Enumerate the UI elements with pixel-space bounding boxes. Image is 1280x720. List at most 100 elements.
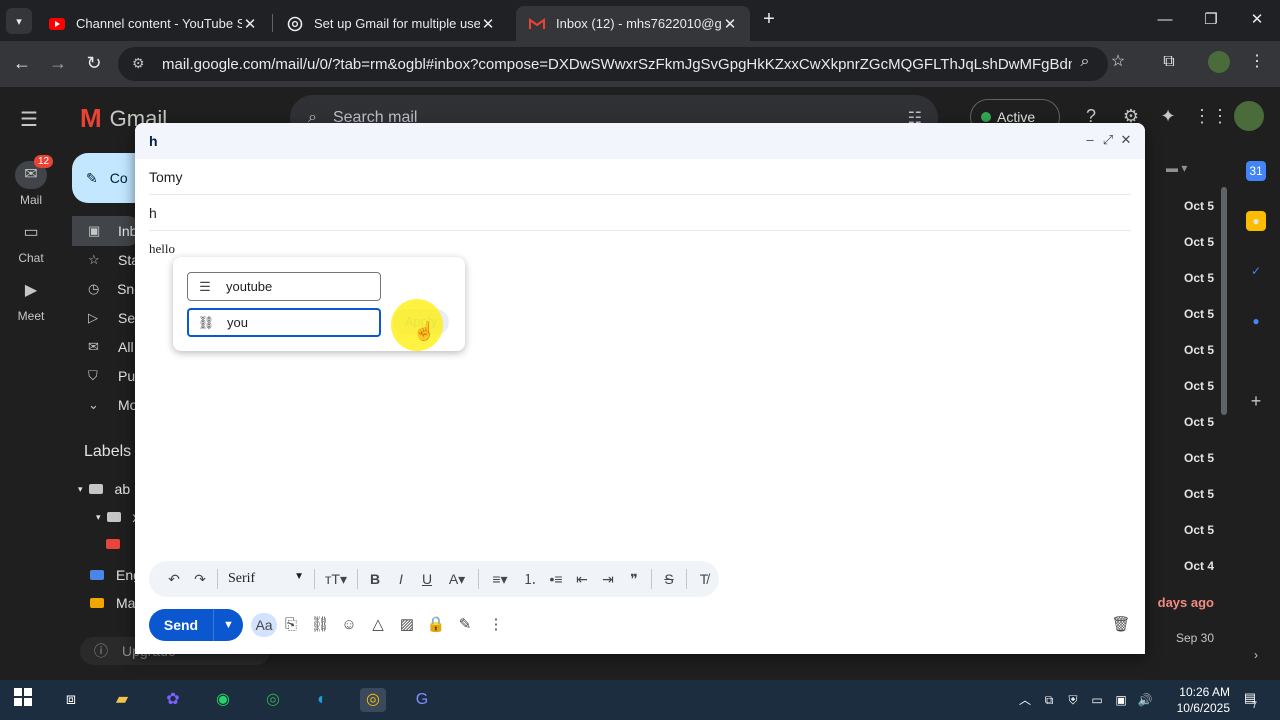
file-explorer-icon[interactable]: ▰ — [109, 688, 135, 712]
sidebar-item-purchases[interactable]: ⛉ Pu — [72, 361, 142, 391]
task-view-icon[interactable]: ⧈ — [58, 688, 84, 712]
confidential-mode-icon[interactable]: 🔒 — [424, 613, 448, 637]
message-body[interactable]: hello — [149, 241, 175, 257]
label-item[interactable]: Ma — [90, 595, 135, 611]
account-avatar[interactable] — [1234, 101, 1264, 131]
main-menu-icon[interactable]: ☰ — [20, 107, 38, 132]
browser-menu-icon[interactable]: ⋮ — [1246, 51, 1268, 73]
subject-field[interactable]: h — [149, 195, 1131, 231]
undo-icon[interactable]: ↶ — [161, 566, 187, 592]
minimize-icon[interactable]: – — [1081, 131, 1099, 149]
compose-header[interactable]: h – ⤢ ✕ — [135, 123, 1145, 159]
list-display-icon[interactable]: ▬ ▾ — [1166, 161, 1187, 175]
attach-file-icon[interactable]: ⎘ — [279, 613, 303, 637]
keep-icon[interactable]: ● — [1246, 211, 1266, 231]
insert-photo-icon[interactable]: ▨ — [395, 613, 419, 637]
restore-window-icon[interactable]: ❐ — [1196, 8, 1226, 32]
reload-icon[interactable]: ↻ — [81, 50, 107, 76]
contacts-icon[interactable]: ● — [1246, 311, 1266, 331]
sidebar-item-more[interactable]: ⌄ Mo — [72, 390, 142, 420]
drive-icon[interactable]: △ — [366, 613, 390, 637]
more-options-icon[interactable]: ⋮ — [484, 613, 508, 637]
message-list-scrollbar[interactable] — [1221, 187, 1227, 415]
tab-gmail-setup[interactable]: Set up Gmail for multiple users ✕ — [274, 6, 508, 41]
network-icon[interactable]: ▣ — [1112, 691, 1130, 709]
volume-icon[interactable]: 🔊 — [1136, 691, 1154, 709]
sidebar-item-inbox[interactable]: ▣ Inb — [72, 216, 142, 246]
sidebar-item-all-mail[interactable]: ✉ All — [72, 332, 142, 362]
align-icon[interactable]: ≡▾ — [483, 566, 517, 592]
apps-grid-icon[interactable]: ⋮⋮ — [1193, 103, 1229, 129]
chrome-icon[interactable]: ◎ — [260, 688, 286, 712]
label-item[interactable]: ▾ ab — [78, 481, 130, 497]
signature-icon[interactable]: ✎ — [453, 613, 477, 637]
close-tab-icon[interactable]: ✕ — [480, 15, 496, 33]
tab-inbox[interactable]: Inbox (12) - mhs7622010@gma ✕ — [516, 6, 750, 41]
whatsapp-icon[interactable]: ◉ — [210, 688, 236, 712]
sidebar-item-sent[interactable]: ▷ Se — [72, 303, 142, 333]
rail-meet[interactable]: ▶ Meet — [0, 277, 62, 323]
sidebar-item-starred[interactable]: ☆ Sta — [72, 245, 142, 275]
quote-icon[interactable]: ❞ — [621, 566, 647, 592]
label-item[interactable]: Eng — [90, 567, 141, 583]
close-tab-icon[interactable]: ✕ — [722, 15, 738, 33]
tab-search-icon[interactable]: ▾ — [6, 8, 32, 34]
tray-display-icon[interactable]: ⧉ — [1040, 691, 1058, 709]
send-button[interactable]: Send — [149, 609, 213, 641]
send-options-icon[interactable]: ▼ — [213, 609, 243, 641]
rail-mail[interactable]: ✉ 12 Mail — [0, 155, 62, 207]
emoji-icon[interactable]: ☺ — [337, 613, 361, 637]
back-icon[interactable]: ← — [9, 50, 35, 76]
bold-icon[interactable]: B — [362, 566, 388, 592]
discard-draft-icon[interactable]: 🗑 — [1109, 613, 1133, 637]
clock[interactable]: 10:26 AM 10/6/2025 — [1160, 684, 1230, 716]
indent-more-icon[interactable]: ⇥ — [595, 566, 621, 592]
windows-start-icon[interactable] — [10, 688, 36, 712]
notification-center-icon[interactable]: ▤ 7 — [1240, 690, 1260, 710]
battery-icon[interactable]: ▭ — [1088, 691, 1106, 709]
minimize-window-icon[interactable]: — — [1150, 8, 1180, 32]
close-icon[interactable]: ✕ — [1117, 131, 1135, 149]
link-url-input[interactable]: ⛓ you — [187, 308, 381, 337]
numbered-list-icon[interactable]: ⒈ — [517, 566, 543, 592]
copilot-icon[interactable]: ✿ — [160, 688, 186, 712]
chrome-active-icon[interactable]: ◎ — [360, 688, 386, 712]
font-size-icon[interactable]: тТ▾ — [319, 566, 353, 592]
sidebar-item-snoozed[interactable]: ◷ Sno — [72, 274, 142, 304]
bulleted-list-icon[interactable]: •≡ — [543, 566, 569, 592]
to-field[interactable]: Tomy — [149, 159, 1131, 195]
expand-icon[interactable]: ⤢ — [1099, 131, 1117, 149]
recipient-chip[interactable]: Tomy — [149, 169, 182, 185]
tasks-icon[interactable]: ✓ — [1246, 261, 1266, 281]
indent-less-icon[interactable]: ⇤ — [569, 566, 595, 592]
app-g-icon[interactable]: G — [409, 688, 435, 712]
rail-chat[interactable]: ▭ Chat — [0, 219, 62, 265]
close-window-icon[interactable]: ✕ — [1242, 8, 1272, 32]
clear-formatting-icon[interactable]: T̸ — [691, 566, 717, 592]
tab-youtube-studio[interactable]: Channel content - YouTube Stu ✕ — [36, 6, 270, 41]
site-info-icon[interactable]: ⚙ — [132, 55, 150, 73]
redo-icon[interactable]: ↷ — [187, 566, 213, 592]
expand-panel-icon[interactable]: › — [1246, 645, 1266, 665]
profile-avatar[interactable] — [1208, 51, 1230, 73]
add-addon-icon[interactable]: + — [1246, 391, 1266, 411]
address-bar[interactable]: ⚙ mail.google.com/mail/u/0/?tab=rm&ogbl#… — [118, 47, 1108, 81]
close-tab-icon[interactable]: ✕ — [242, 15, 258, 33]
gemini-icon[interactable]: ✦ — [1155, 103, 1181, 129]
defender-icon[interactable]: ⛨ — [1064, 691, 1082, 709]
new-tab-icon[interactable]: + — [758, 8, 780, 30]
font-selector[interactable]: Serif ▼ — [222, 571, 310, 587]
link-text-input[interactable]: ☰ youtube — [187, 272, 381, 301]
label-item[interactable] — [106, 539, 132, 549]
text-color-icon[interactable]: A▾ — [440, 566, 474, 592]
calendar-icon[interactable]: 31 — [1246, 161, 1266, 181]
formatting-options-icon[interactable]: Aa — [251, 613, 277, 637]
italic-icon[interactable]: I — [388, 566, 414, 592]
zoom-icon[interactable]: ⌕ — [1074, 51, 1096, 73]
underline-icon[interactable]: U — [414, 566, 440, 592]
strikethrough-icon[interactable]: S — [656, 566, 682, 592]
bookmark-star-icon[interactable]: ☆ — [1107, 51, 1129, 73]
forward-icon[interactable]: → — [45, 50, 71, 76]
tray-overflow-icon[interactable]: ︿ — [1016, 691, 1034, 709]
extensions-icon[interactable]: ⧉ — [1158, 51, 1180, 73]
